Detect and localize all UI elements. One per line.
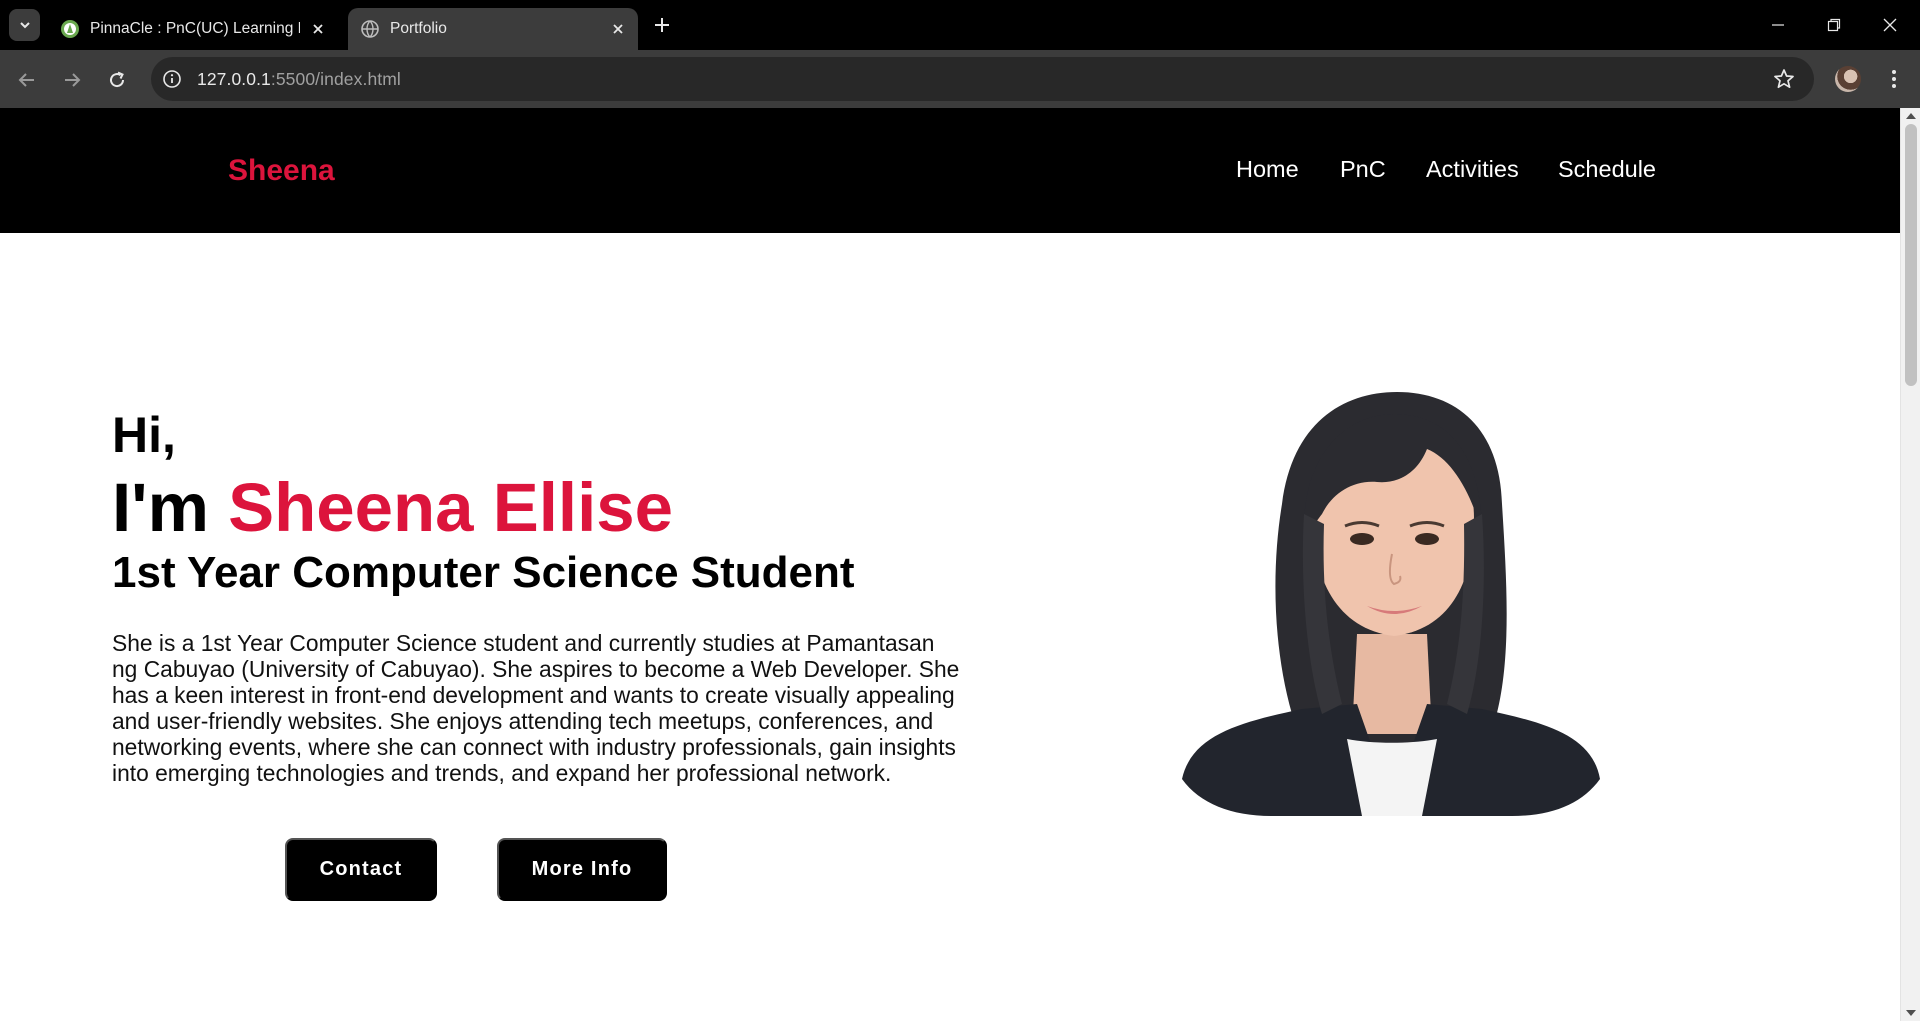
close-window-button[interactable] [1862, 0, 1918, 50]
browser-tab-bar: PinnaCle : PnC(UC) Learning Ma Portfolio [0, 0, 1920, 50]
tab-portfolio[interactable]: Portfolio [348, 8, 638, 50]
restore-button[interactable] [1806, 0, 1862, 50]
nav-link-activities[interactable]: Activities [1426, 156, 1519, 183]
more-info-button[interactable]: More Info [497, 838, 667, 901]
profile-portrait-image [1182, 392, 1600, 816]
site-header: Sheena Home PnC Activities Schedule [0, 108, 1900, 233]
tab-search-button[interactable] [9, 9, 40, 41]
arrow-right-icon [65, 73, 81, 87]
site-brand-logo[interactable]: Sheena [228, 154, 335, 188]
arrow-left-icon [18, 73, 34, 87]
tab-title: PinnaCle : PnC(UC) Learning Ma [90, 20, 300, 37]
page-scrollbar[interactable] [1900, 108, 1920, 1021]
hero-greeting: Hi, [112, 407, 176, 463]
address-bar[interactable]: 127.0.0.1:5500/index.html [151, 57, 1814, 101]
browser-menu-button[interactable] [1882, 66, 1906, 92]
minimize-button[interactable] [1750, 0, 1806, 50]
nav-link-home[interactable]: Home [1236, 156, 1299, 183]
minimize-icon [1772, 24, 1784, 26]
hero-description: She is a 1st Year Computer Science stude… [112, 630, 960, 786]
chevron-down-icon [19, 22, 30, 29]
pinnacle-favicon-icon [61, 20, 79, 38]
back-button[interactable] [11, 64, 43, 96]
tab-title: Portfolio [390, 20, 447, 37]
scroll-up-arrow-icon[interactable] [1906, 113, 1916, 119]
site-info-icon[interactable] [161, 68, 183, 90]
new-tab-button[interactable] [650, 13, 674, 37]
tab-close-icon[interactable] [308, 19, 328, 39]
scroll-down-arrow-icon[interactable] [1906, 1010, 1916, 1016]
bookmark-star-icon[interactable] [1772, 67, 1796, 91]
nav-link-pnc[interactable]: PnC [1340, 156, 1386, 183]
url-text: 127.0.0.1:5500/index.html [197, 69, 401, 89]
close-icon [1883, 18, 1897, 32]
reload-icon [110, 71, 125, 88]
tab-pinnacle[interactable]: PinnaCle : PnC(UC) Learning Ma [48, 8, 338, 50]
hero-name-accent: Sheena Ellise [228, 469, 674, 546]
more-vertical-icon [1892, 70, 1896, 88]
nav-link-schedule[interactable]: Schedule [1558, 156, 1656, 183]
profile-avatar[interactable] [1835, 66, 1861, 92]
scrollbar-thumb[interactable] [1905, 124, 1917, 386]
reload-button[interactable] [101, 64, 133, 96]
plus-icon [655, 18, 669, 32]
contact-button[interactable]: Contact [285, 838, 437, 901]
hero-name-heading: I'm Sheena Ellise [112, 469, 674, 546]
globe-icon [361, 20, 379, 38]
hero-role-heading: 1st Year Computer Science Student [112, 548, 855, 597]
tab-close-icon[interactable] [608, 19, 628, 39]
restore-icon [1827, 18, 1841, 32]
forward-button[interactable] [56, 64, 88, 96]
page-viewport: Sheena Home PnC Activities Schedule Hi, … [0, 108, 1920, 1021]
browser-toolbar: 127.0.0.1:5500/index.html [0, 50, 1920, 108]
